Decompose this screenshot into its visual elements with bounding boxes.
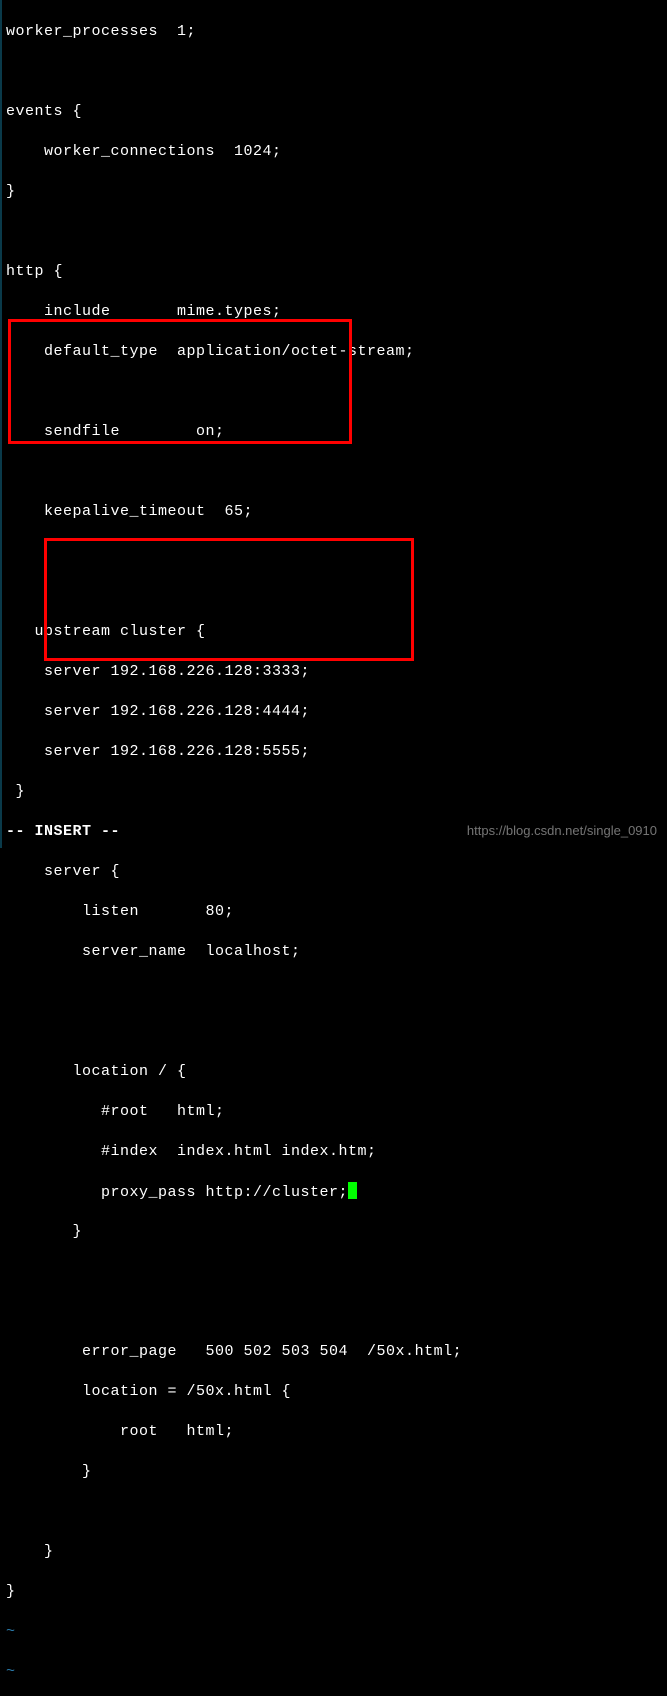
watermark-text: https://blog.csdn.net/single_0910 [467, 823, 657, 838]
vim-mode-indicator: -- INSERT -- [6, 823, 120, 840]
code-line [6, 62, 667, 82]
cursor-icon [348, 1182, 357, 1199]
code-line: events { [6, 102, 667, 122]
code-line: } [6, 1542, 667, 1562]
code-line: server { [6, 862, 667, 882]
code-line [6, 462, 667, 482]
code-line: } [6, 782, 667, 802]
code-line: http { [6, 262, 667, 282]
code-line: root html; [6, 1422, 667, 1442]
code-line: server 192.168.226.128:5555; [6, 742, 667, 762]
code-line: worker_connections 1024; [6, 142, 667, 162]
code-line [6, 1262, 667, 1282]
code-line [6, 542, 667, 562]
code-line: sendfile on; [6, 422, 667, 442]
code-line: } [6, 1462, 667, 1482]
code-line: server 192.168.226.128:3333; [6, 662, 667, 682]
code-line [6, 1302, 667, 1322]
code-line [6, 382, 667, 402]
code-line: } [6, 1582, 667, 1602]
empty-line-tilde: ~ [6, 1662, 667, 1682]
empty-line-tilde: ~ [6, 1622, 667, 1642]
code-line: location / { [6, 1062, 667, 1082]
code-line: worker_processes 1; [6, 22, 667, 42]
code-line: error_page 500 502 503 504 /50x.html; [6, 1342, 667, 1362]
code-line: default_type application/octet-stream; [6, 342, 667, 362]
code-line: #root html; [6, 1102, 667, 1122]
code-line-cursor: proxy_pass http://cluster; [6, 1182, 667, 1202]
code-line [6, 582, 667, 602]
code-line: keepalive_timeout 65; [6, 502, 667, 522]
code-line: server 192.168.226.128:4444; [6, 702, 667, 722]
code-line: listen 80; [6, 902, 667, 922]
code-line: #index index.html index.htm; [6, 1142, 667, 1162]
code-line [6, 1022, 667, 1042]
code-line: } [6, 1222, 667, 1242]
code-line: server_name localhost; [6, 942, 667, 962]
editor-viewport[interactable]: worker_processes 1; events { worker_conn… [2, 0, 667, 1696]
code-line [6, 1502, 667, 1522]
code-line: } [6, 182, 667, 202]
code-line: include mime.types; [6, 302, 667, 322]
code-line: upstream cluster { [6, 622, 667, 642]
code-line [6, 222, 667, 242]
code-line: location = /50x.html { [6, 1382, 667, 1402]
code-line [6, 982, 667, 1002]
